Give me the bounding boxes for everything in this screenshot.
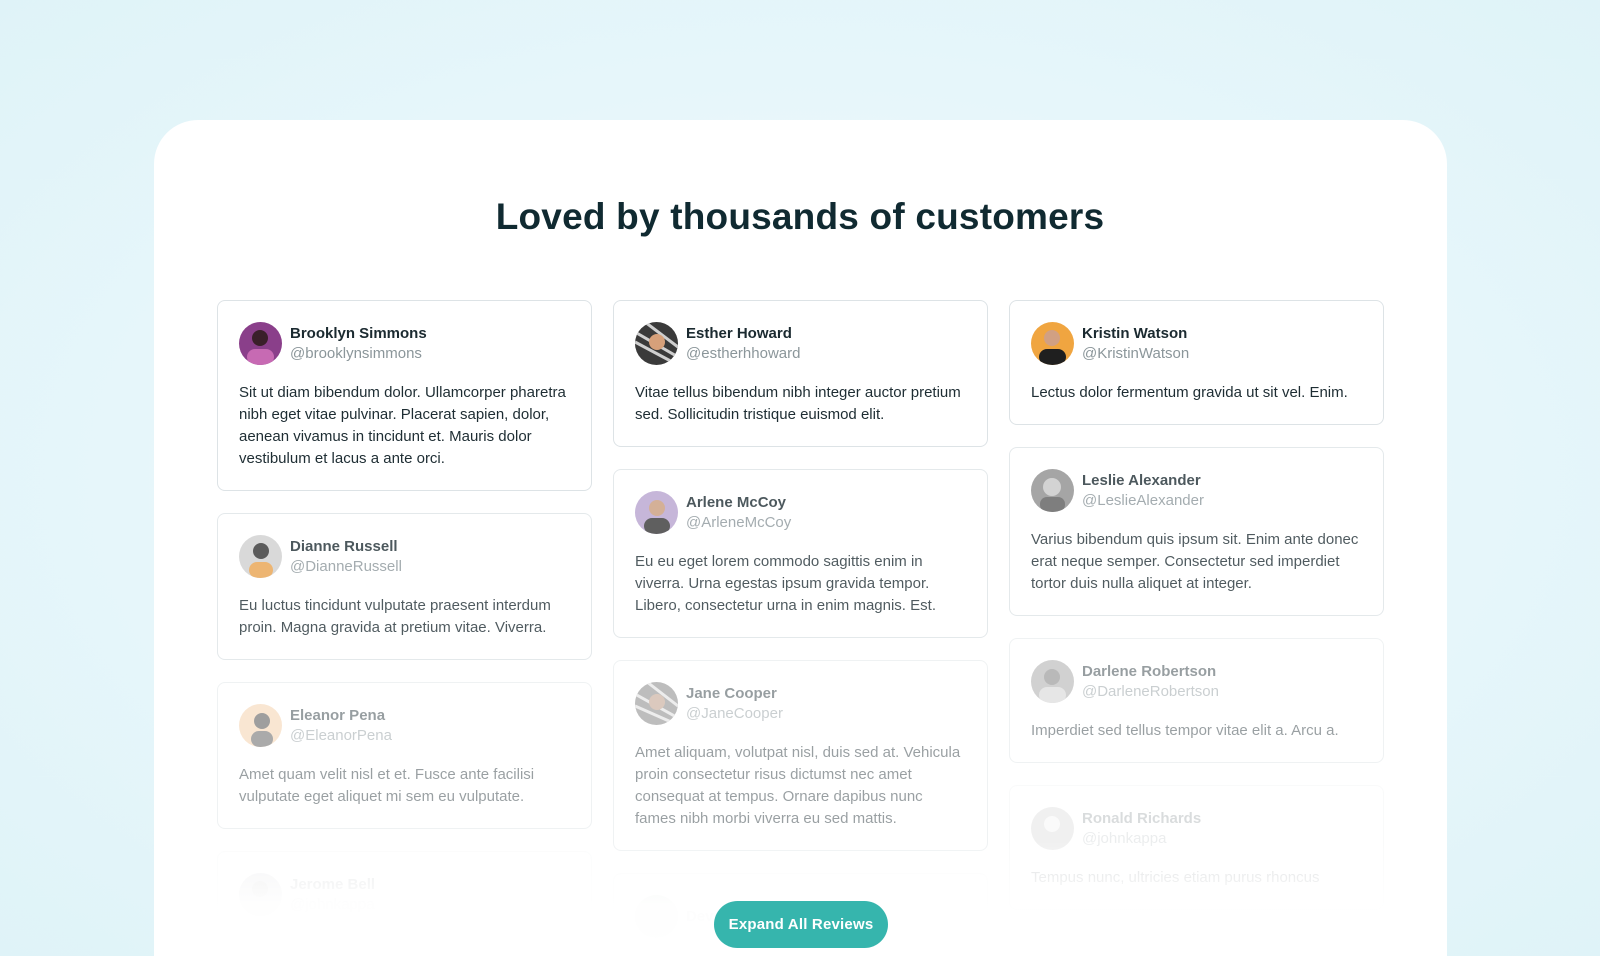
avatar xyxy=(635,491,678,534)
review-text: Lectus dolor fermentum gravida ut sit ve… xyxy=(1031,384,1348,401)
reviewer-handle[interactable]: @KristinWatson xyxy=(1082,344,1189,364)
avatar xyxy=(239,704,282,747)
review-text: Amet quam velit nisl et et. Fusce ante f… xyxy=(239,766,535,805)
reviewer-handle[interactable]: @johnkappa xyxy=(290,895,375,915)
reviewer-name: Kristin Watson xyxy=(1082,324,1188,342)
review-card: Darlene Robertson @DarleneRobertson Impe… xyxy=(1009,638,1384,763)
review-card: Ronald Richards @johnkappa Tempus nunc, … xyxy=(1009,785,1384,910)
avatar xyxy=(635,682,678,725)
review-card: Brooklyn Simmons @brooklynsimmons Sit ut… xyxy=(217,300,592,491)
review-card: Arlene McCoy @ArleneMcCoy Eu eu eget lor… xyxy=(613,469,988,638)
review-text: Sit ut diam bibendum dolor. Ullamcorper … xyxy=(239,384,566,467)
review-text: Eu luctus tincidunt vulputate praesent i… xyxy=(239,597,551,636)
avatar xyxy=(1031,660,1074,703)
reviewer-handle[interactable]: @LeslieAlexander xyxy=(1082,491,1204,511)
reviews-column-1: Brooklyn Simmons @brooklynsimmons Sit ut… xyxy=(217,300,592,956)
reviewer-name: Esther Howard xyxy=(686,324,792,342)
reviewer-name: Ronald Richards xyxy=(1082,809,1202,827)
reviews-column-2: Esther Howard @estherhhoward Vitae tellu… xyxy=(613,300,988,956)
reviewer-handle[interactable]: @JaneCooper xyxy=(686,704,783,724)
review-card: Jane Cooper @JaneCooper Amet aliquam, vo… xyxy=(613,660,988,851)
reviewer-name: Darlene Robertson xyxy=(1082,662,1217,680)
avatar xyxy=(1031,322,1074,365)
reviewer-handle[interactable]: @ArleneMcCoy xyxy=(686,513,791,533)
page-title: Loved by thousands of customers xyxy=(495,196,1105,237)
review-card: Kristin Watson @KristinWatson Lectus dol… xyxy=(1009,300,1384,425)
review-text: Vitae tellus bibendum nibh integer aucto… xyxy=(635,384,961,423)
expand-all-reviews-button[interactable]: Expand All Reviews xyxy=(714,901,888,948)
reviewer-handle[interactable]: @DarleneRobertson xyxy=(1082,682,1219,702)
avatar xyxy=(239,322,282,365)
review-text: Eu eu eget lorem commodo sagittis enim i… xyxy=(635,553,936,614)
review-card: Esther Howard @estherhhoward Vitae tellu… xyxy=(613,300,988,447)
reviewer-name: Arlene McCoy xyxy=(686,493,787,511)
review-card: Eleanor Pena @EleanorPena Amet quam veli… xyxy=(217,682,592,829)
avatar xyxy=(1031,807,1074,850)
review-text: Amet aliquam, volutpat nisl, duis sed at… xyxy=(635,744,961,827)
reviewer-name: Brooklyn Simmons xyxy=(290,324,427,342)
reviewer-handle[interactable]: @brooklynsimmons xyxy=(290,344,427,364)
avatar xyxy=(1031,469,1074,512)
reviewer-name: Dianne Russell xyxy=(290,537,398,555)
avatar xyxy=(635,895,678,938)
reviewer-handle[interactable]: @DianneRussell xyxy=(290,557,402,577)
reviewer-handle[interactable]: @estherhhoward xyxy=(686,344,800,364)
reviews-column-3: Kristin Watson @KristinWatson Lectus dol… xyxy=(1009,300,1384,932)
review-card: Dianne Russell @DianneRussell Eu luctus … xyxy=(217,513,592,660)
reviewer-name: Jane Cooper xyxy=(686,684,777,702)
review-card: Jerome Bell @johnkappa xyxy=(217,851,592,937)
avatar xyxy=(239,535,282,578)
review-text: Imperdiet sed tellus tempor vitae elit a… xyxy=(1031,722,1339,739)
review-card: Leslie Alexander @LeslieAlexander Varius… xyxy=(1009,447,1384,616)
reviewer-handle[interactable]: @EleanorPena xyxy=(290,726,392,746)
review-text: Varius bibendum quis ipsum sit. Enim ant… xyxy=(1031,531,1359,592)
review-text: Tempus nunc, ultricies etiam purus rhonc… xyxy=(1031,869,1320,886)
reviewer-name: Leslie Alexander xyxy=(1082,471,1201,489)
reviewer-name: Jerome Bell xyxy=(290,875,376,893)
avatar xyxy=(635,322,678,365)
avatar xyxy=(239,873,282,916)
reviewer-handle[interactable]: @johnkappa xyxy=(1082,829,1201,849)
reviewer-name: Eleanor Pena xyxy=(290,706,386,724)
